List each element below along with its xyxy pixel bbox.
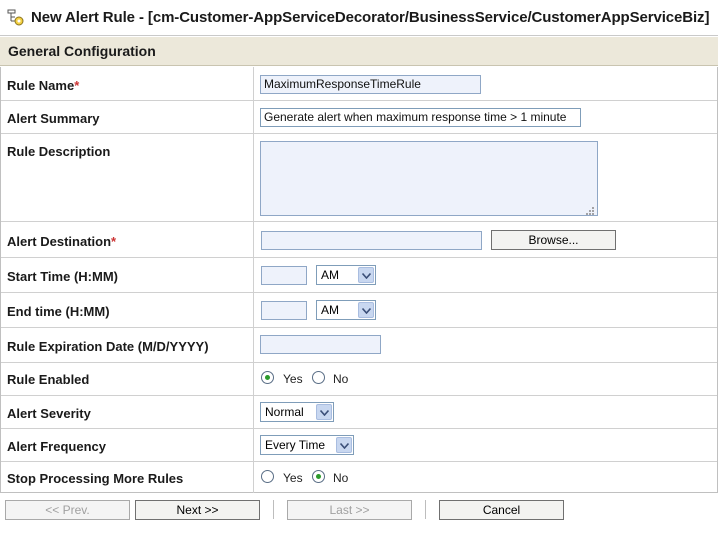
rule-description-textarea[interactable] — [260, 141, 598, 216]
chevron-down-icon[interactable] — [336, 437, 352, 453]
chevron-down-icon[interactable] — [316, 404, 332, 420]
end-time-label: End time (H:MM) — [7, 304, 110, 319]
rule-enabled-yes-label[interactable]: Yes — [283, 372, 303, 386]
start-time-input[interactable] — [261, 266, 307, 285]
row-start-time: Start Time (H:MM) AM — [1, 258, 717, 293]
row-end-time: End time (H:MM) AM — [1, 293, 717, 328]
alert-rule-icon — [6, 9, 26, 27]
general-configuration-form: Rule Name* MaximumResponseTimeRule Alert… — [0, 67, 718, 493]
rule-enabled-yes-radio[interactable] — [261, 371, 274, 384]
alert-frequency-select[interactable]: Every Time — [260, 435, 354, 455]
expiration-date-input[interactable] — [260, 335, 381, 354]
row-rule-name: Rule Name* MaximumResponseTimeRule — [1, 67, 717, 101]
chevron-down-icon[interactable] — [358, 267, 374, 283]
footer-divider — [273, 500, 274, 519]
end-time-ampm-select[interactable]: AM — [316, 300, 376, 320]
row-expiration-date: Rule Expiration Date (M/D/YYYY) — [1, 328, 717, 363]
section-title: General Configuration — [8, 43, 156, 59]
stop-processing-label: Stop Processing More Rules — [7, 471, 184, 486]
section-header: General Configuration — [0, 37, 718, 66]
window-title: New Alert Rule - [cm-Customer-AppService… — [31, 9, 710, 26]
required-marker: * — [111, 234, 117, 249]
alert-severity-select[interactable]: Normal — [260, 402, 334, 422]
last-button[interactable]: Last >> — [287, 500, 412, 520]
prev-button[interactable]: << Prev. — [5, 500, 130, 520]
row-stop-processing: Stop Processing More Rules Yes No — [1, 462, 717, 493]
window-title-bar: New Alert Rule - [cm-Customer-AppService… — [0, 0, 718, 36]
footer-divider — [425, 500, 426, 519]
stop-processing-no-radio[interactable] — [312, 470, 325, 483]
chevron-down-icon[interactable] — [358, 302, 374, 318]
alert-summary-label: Alert Summary — [7, 111, 100, 126]
rule-name-input[interactable]: MaximumResponseTimeRule — [260, 75, 481, 94]
rule-enabled-no-radio[interactable] — [312, 371, 325, 384]
alert-destination-label: Alert Destination* — [7, 234, 117, 249]
expiration-date-label: Rule Expiration Date (M/D/YYYY) — [7, 339, 209, 354]
rule-name-label: Rule Name* — [7, 78, 80, 93]
required-marker: * — [74, 78, 80, 93]
resize-grip-icon[interactable] — [585, 203, 595, 215]
row-alert-destination: Alert Destination* Browse... — [1, 222, 717, 258]
rule-enabled-no-label[interactable]: No — [333, 372, 348, 386]
rule-description-label: Rule Description — [7, 144, 111, 159]
row-alert-summary: Alert Summary Generate alert when maximu… — [1, 101, 717, 134]
wizard-footer: << Prev. Next >> Last >> Cancel — [0, 494, 718, 543]
start-time-label: Start Time (H:MM) — [7, 269, 118, 284]
row-rule-description: Rule Description — [1, 134, 717, 222]
cancel-button[interactable]: Cancel — [439, 500, 564, 520]
alert-destination-input[interactable] — [261, 231, 482, 250]
end-time-input[interactable] — [261, 301, 307, 320]
alert-frequency-label: Alert Frequency — [7, 439, 106, 454]
row-alert-frequency: Alert Frequency Every Time — [1, 429, 717, 462]
alert-severity-label: Alert Severity — [7, 406, 91, 421]
row-alert-severity: Alert Severity Normal — [1, 396, 717, 429]
start-time-ampm-select[interactable]: AM — [316, 265, 376, 285]
alert-summary-input[interactable]: Generate alert when maximum response tim… — [260, 108, 581, 127]
row-rule-enabled: Rule Enabled Yes No — [1, 363, 717, 396]
rule-enabled-label: Rule Enabled — [7, 372, 90, 387]
stop-processing-no-label[interactable]: No — [333, 471, 348, 485]
stop-processing-yes-radio[interactable] — [261, 470, 274, 483]
next-button[interactable]: Next >> — [135, 500, 260, 520]
stop-processing-yes-label[interactable]: Yes — [283, 471, 303, 485]
browse-button[interactable]: Browse... — [491, 230, 616, 250]
